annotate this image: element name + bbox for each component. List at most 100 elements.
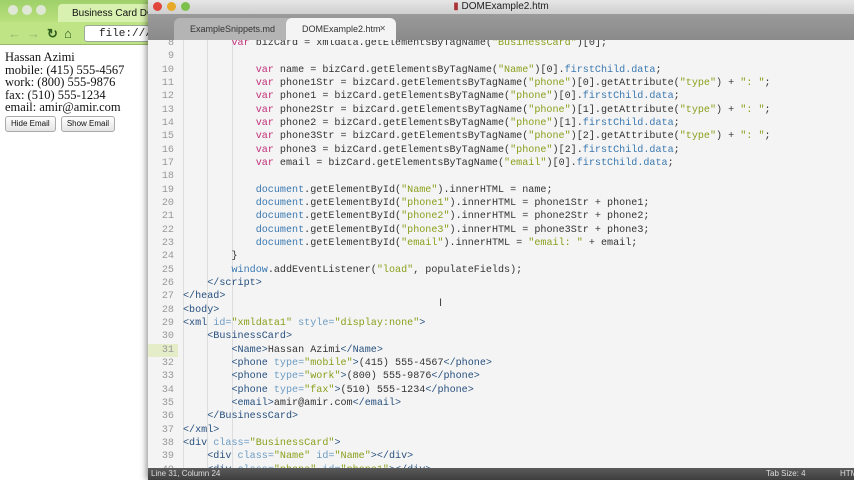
code-line[interactable]: 17 var email = bizCard.getElementsByTagN…: [148, 157, 854, 170]
page-content: Hassan Azimi mobile: (415) 555-4567 work…: [0, 45, 150, 138]
browser-window: Business Card DOM E ← → ↻ ⌂ file:///User…: [0, 0, 185, 480]
code-token: "phone2": [401, 211, 450, 223]
code-token: <BusinessCard>: [207, 331, 293, 343]
home-icon[interactable]: ⌂: [64, 26, 72, 41]
code-token: .getElementById(: [304, 211, 402, 223]
code-token: ).innerHTML = name;: [437, 184, 553, 196]
window-close-button[interactable]: [8, 5, 18, 15]
code-line[interactable]: 27 </head>: [148, 290, 854, 303]
code-text: <phone type="mobile">(415) 555-4567</pho…: [183, 357, 492, 370]
code-line[interactable]: 19 document.getElementById("Name").inner…: [148, 184, 854, 197]
code-token: document: [255, 211, 305, 223]
code-line[interactable]: 9: [148, 50, 854, 63]
close-tab-icon[interactable]: ✕: [379, 24, 386, 33]
code-line[interactable]: 39 <div class="Name" id="Name"></div>: [148, 450, 854, 463]
code-line[interactable]: 24 }: [148, 250, 854, 263]
code-token: ": ": [740, 77, 765, 89]
code-line[interactable]: 11 var phone1Str = bizCard.getElementsBy…: [148, 77, 854, 90]
code-line[interactable]: 25 window.addEventListener("load", popul…: [148, 264, 854, 277]
code-token: )[2].getAttribute(: [570, 131, 680, 143]
code-token: )[1].: [552, 117, 583, 129]
code-line[interactable]: 23 document.getElementById("email").inne…: [148, 237, 854, 250]
browser-tab[interactable]: Business Card DOM E: [58, 4, 173, 22]
line-number: 31: [148, 343, 178, 357]
document-icon: ▮: [453, 1, 459, 12]
code-token: (510) 555-1234: [340, 384, 426, 396]
code-line[interactable]: 21 document.getElementById("phone2").inn…: [148, 210, 854, 223]
editor-window: ▮ DOMExample2.htm ExampleSnippets.md ✕ DO…: [148, 0, 854, 480]
zoom-button[interactable]: [181, 2, 190, 11]
line-number: 22: [161, 224, 174, 236]
code-token: <body>: [183, 304, 220, 316]
reload-icon[interactable]: ↻: [47, 26, 58, 42]
line-number: 34: [161, 384, 174, 396]
line-number: 24: [161, 251, 174, 263]
code-token: "phone": [510, 117, 553, 129]
code-line[interactable]: 31 <Name>Hassan Azimi</Name>: [148, 343, 854, 357]
code-line[interactable]: 35 <email>amir@amir.com</email>: [148, 397, 854, 410]
code-line[interactable]: 16 var phone3 = bizCard.getElementsByTag…: [148, 144, 854, 157]
code-token: document: [255, 237, 305, 249]
code-line[interactable]: 33 <phone type="work">(800) 555-9876</ph…: [148, 370, 854, 383]
back-icon[interactable]: ←: [8, 26, 21, 41]
code-line[interactable]: 22 document.getElementById("phone3").inn…: [148, 224, 854, 237]
code-text: var bizCard = xmldata.getElementsByTagNa…: [183, 40, 607, 50]
code-token: "BusinessCard": [249, 437, 335, 449]
code-line[interactable]: 28 <body>: [148, 304, 854, 317]
code-token: "email: ": [528, 237, 583, 249]
code-token: .getElementById(: [304, 237, 402, 249]
code-editor[interactable]: 8 var bizCard = xmldata.getElementsByTag…: [148, 40, 854, 468]
code-token: type=: [273, 384, 305, 396]
minimize-button[interactable]: [167, 2, 176, 11]
close-button[interactable]: [153, 2, 162, 11]
code-token: "email": [504, 157, 547, 169]
code-text: document.getElementById("email").innerHT…: [183, 237, 638, 250]
code-token: "type": [679, 104, 717, 116]
code-line[interactable]: 32 <phone type="mobile">(415) 555-4567</…: [148, 357, 854, 370]
code-token: amir@amir.com: [273, 397, 353, 409]
code-token: ;: [667, 157, 674, 169]
show-email-button[interactable]: Show Email: [60, 115, 116, 132]
window-minimize-button[interactable]: [22, 5, 32, 15]
line-number: 10: [161, 64, 174, 76]
code-line[interactable]: 18: [148, 170, 854, 183]
window-zoom-button[interactable]: [36, 5, 46, 15]
code-line[interactable]: 10 var name = bizCard.getElementsByTagNa…: [148, 64, 854, 77]
line-number: 30: [161, 331, 174, 343]
code-line[interactable]: 34 <phone type="fax">(510) 555-1234</pho…: [148, 384, 854, 397]
code-line[interactable]: 29 <xml id="xmldata1" style="display:none…: [148, 317, 854, 330]
code-line[interactable]: 30 <BusinessCard>: [148, 330, 854, 343]
editor-titlebar: ▮ DOMExample2.htm: [148, 0, 854, 14]
code-line[interactable]: 15 var phone3Str = bizCard.getElementsBy…: [148, 130, 854, 143]
code-line[interactable]: 26 </script>: [148, 277, 854, 290]
code-line[interactable]: 8 var bizCard = xmldata.getElementsByTag…: [148, 40, 854, 50]
code-line[interactable]: 13 var phone2Str = bizCard.getElementsBy…: [148, 104, 854, 117]
code-text: <xml id="xmldata1" style="display:none">: [183, 317, 425, 330]
line-number: 38: [161, 437, 174, 449]
code-token: var: [255, 64, 274, 76]
code-line[interactable]: 14 var phone2 = bizCard.getElementsByTag…: [148, 117, 854, 130]
code-token: var: [255, 117, 274, 129]
code-token: type=: [273, 371, 305, 383]
code-line[interactable]: 38 <div class="BusinessCard">: [148, 437, 854, 450]
code-token: </email>: [352, 397, 402, 409]
code-text: var phone1 = bizCard.getElementsByTagNam…: [183, 90, 680, 103]
tab-size-selector[interactable]: Tab Size: 4: [766, 468, 806, 480]
code-line[interactable]: 36 </BusinessCard>: [148, 410, 854, 423]
tab-domexample2[interactable]: DOMExample2.htm ✕: [286, 18, 396, 40]
line-number: 16: [161, 144, 174, 156]
code-token: ).innerHTML = phone1Str + phone1;: [449, 197, 650, 209]
code-line[interactable]: 20 document.getElementById("phone1").inn…: [148, 197, 854, 210]
code-token: document: [255, 184, 305, 196]
hide-email-button[interactable]: Hide Email: [5, 115, 56, 132]
forward-icon[interactable]: →: [27, 26, 40, 41]
syntax-selector[interactable]: HTML: [840, 468, 854, 480]
code-line[interactable]: 12 var phone1 = bizCard.getElementsByTag…: [148, 90, 854, 103]
code-line[interactable]: 37 </xml>: [148, 424, 854, 437]
